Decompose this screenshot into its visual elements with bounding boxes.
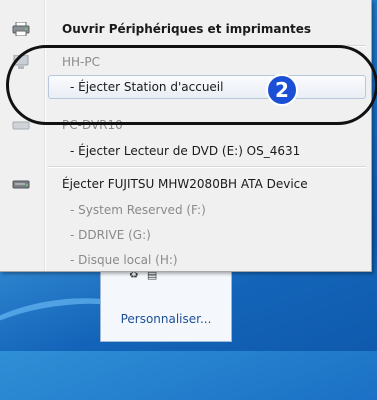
menu-item-label: - Éjecter Lecteur de DVD (E:) OS_4631 — [70, 144, 301, 158]
hard-drive-icon — [12, 180, 30, 189]
menu-item-label: Éjecter FUJITSU MHW2080BH ATA Device — [62, 177, 308, 191]
notification-area-panel: ♻▤ Personnaliser... — [100, 262, 232, 342]
customize-link[interactable]: Personnaliser... — [101, 312, 231, 326]
volume-item: - Disque local (H:) — [0, 249, 370, 271]
volume-label: - System Reserved (F:) — [70, 203, 206, 217]
menu-item-eject-dvd[interactable]: - Éjecter Lecteur de DVD (E:) OS_4631 — [0, 140, 370, 162]
step-callout-badge: 2 — [266, 74, 298, 106]
volume-item: - DDRIVE (G:) — [0, 224, 370, 246]
menu-item-open-devices[interactable]: Ouvrir Périphériques et imprimantes — [0, 18, 370, 40]
volume-label: - Disque local (H:) — [70, 253, 178, 267]
volume-item: - System Reserved (F:) — [0, 199, 370, 221]
printer-icon — [12, 22, 30, 36]
safely-remove-menu: Ouvrir Périphériques et imprimantes HH-P… — [0, 0, 372, 272]
menu-separator — [48, 166, 366, 168]
menu-item-eject-fujitsu[interactable]: Éjecter FUJITSU MHW2080BH ATA Device — [0, 173, 370, 195]
menu-item-label: Ouvrir Périphériques et imprimantes — [62, 22, 312, 36]
annotation-oval — [6, 45, 377, 125]
volume-label: - DDRIVE (G:) — [70, 228, 151, 242]
